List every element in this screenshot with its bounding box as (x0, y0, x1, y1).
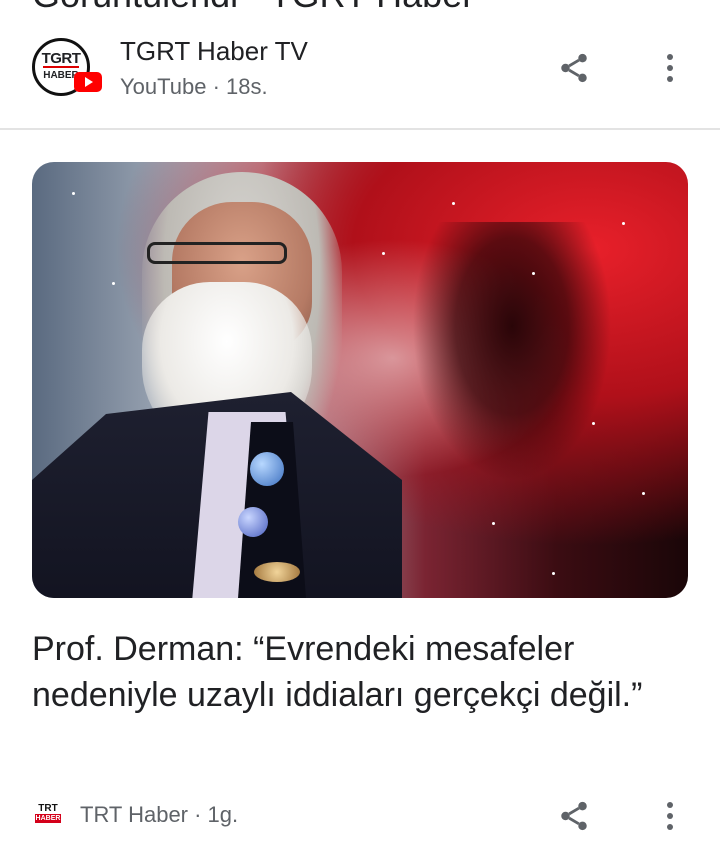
source-name-meta[interactable]: TRT Haber · 1g. (80, 802, 238, 828)
star (642, 492, 645, 495)
star (382, 252, 385, 255)
share-icon[interactable] (554, 48, 594, 88)
source-name[interactable]: TGRT Haber TV (120, 36, 308, 67)
star (452, 202, 455, 205)
trt-logo-text: TRT (38, 802, 58, 814)
trt-logo-subtext: HABER (35, 813, 61, 823)
tie-planet (238, 507, 268, 537)
glasses (147, 242, 287, 264)
star (72, 192, 75, 195)
article-headline[interactable]: Prof. Derman: “Evrendeki mesafeler neden… (32, 626, 692, 718)
nebula-dark-region (412, 222, 612, 482)
card-divider (0, 128, 720, 130)
star (112, 282, 115, 285)
source-row-tgrt: TGRT HABER TGRT Haber TV YouTube · 18s. (0, 28, 720, 108)
tie-planet (254, 562, 300, 582)
article-image[interactable] (32, 162, 688, 598)
star (492, 522, 495, 525)
youtube-icon (74, 72, 102, 92)
trt-haber-logo[interactable]: TRT HABER (34, 802, 62, 824)
star (622, 222, 625, 225)
tie-planet (250, 452, 284, 486)
share-icon[interactable] (554, 796, 594, 836)
star (552, 572, 555, 575)
source-row-trt: TRT HABER TRT Haber · 1g. (0, 780, 720, 852)
star (532, 272, 535, 275)
source-meta: YouTube · 18s. (120, 74, 268, 99)
more-vert-icon[interactable] (650, 48, 690, 88)
star (592, 422, 595, 425)
tgrt-logo-text: TGRT (41, 49, 81, 67)
more-vert-icon[interactable] (650, 796, 690, 836)
previous-article-title[interactable]: Görüntülendi - TGRT Haber (32, 0, 474, 16)
